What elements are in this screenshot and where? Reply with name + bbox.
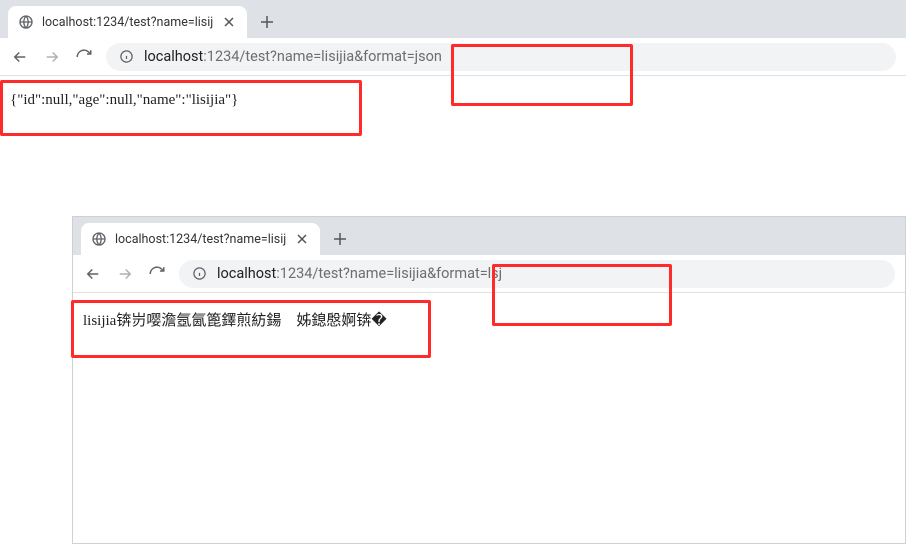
new-tab-button[interactable]	[253, 8, 281, 36]
page-content: {"id":null,"age":null,"name":"lisijia"}	[0, 76, 906, 125]
tab-title: localhost:1234/test?name=lisij	[115, 232, 286, 247]
tab-strip: localhost:1234/test?name=lisij	[73, 217, 905, 255]
browser-tab[interactable]: localhost:1234/test?name=lisij	[81, 223, 320, 255]
site-info-icon[interactable]	[191, 266, 207, 282]
globe-icon	[91, 231, 107, 247]
toolbar: localhost:1234/test?name=lisijia&format=…	[0, 38, 906, 76]
response-body: lisijia锛岃嘤澹氬氤篦鐸煎紡鍚 姊鎴慇婀锛�	[83, 313, 387, 329]
back-button[interactable]	[10, 47, 30, 67]
close-icon[interactable]	[221, 14, 237, 30]
response-body: {"id":null,"age":null,"name":"lisijia"}	[10, 92, 238, 108]
browser-window-2: localhost:1234/test?name=lisij localhost…	[72, 216, 906, 544]
reload-button[interactable]	[147, 264, 167, 284]
forward-button[interactable]	[115, 264, 135, 284]
reload-button[interactable]	[74, 47, 94, 67]
site-info-icon[interactable]	[118, 49, 134, 65]
forward-button[interactable]	[42, 47, 62, 67]
tab-title: localhost:1234/test?name=lisij	[42, 15, 213, 30]
url-text: localhost:1234/test?name=lisijia&format=…	[144, 48, 442, 65]
tab-strip: localhost:1234/test?name=lisij	[0, 0, 906, 38]
browser-tab[interactable]: localhost:1234/test?name=lisij	[8, 6, 247, 38]
address-bar[interactable]: localhost:1234/test?name=lisijia&format=…	[179, 260, 895, 288]
browser-window-1: localhost:1234/test?name=lisij localhost…	[0, 0, 906, 200]
url-text: localhost:1234/test?name=lisijia&format=…	[217, 265, 502, 282]
back-button[interactable]	[83, 264, 103, 284]
close-icon[interactable]	[294, 231, 310, 247]
page-content: lisijia锛岃嘤澹氬氤篦鐸煎紡鍚 姊鎴慇婀锛�	[73, 293, 905, 346]
new-tab-button[interactable]	[326, 225, 354, 253]
address-bar[interactable]: localhost:1234/test?name=lisijia&format=…	[106, 43, 896, 71]
globe-icon	[18, 14, 34, 30]
toolbar: localhost:1234/test?name=lisijia&format=…	[73, 255, 905, 293]
